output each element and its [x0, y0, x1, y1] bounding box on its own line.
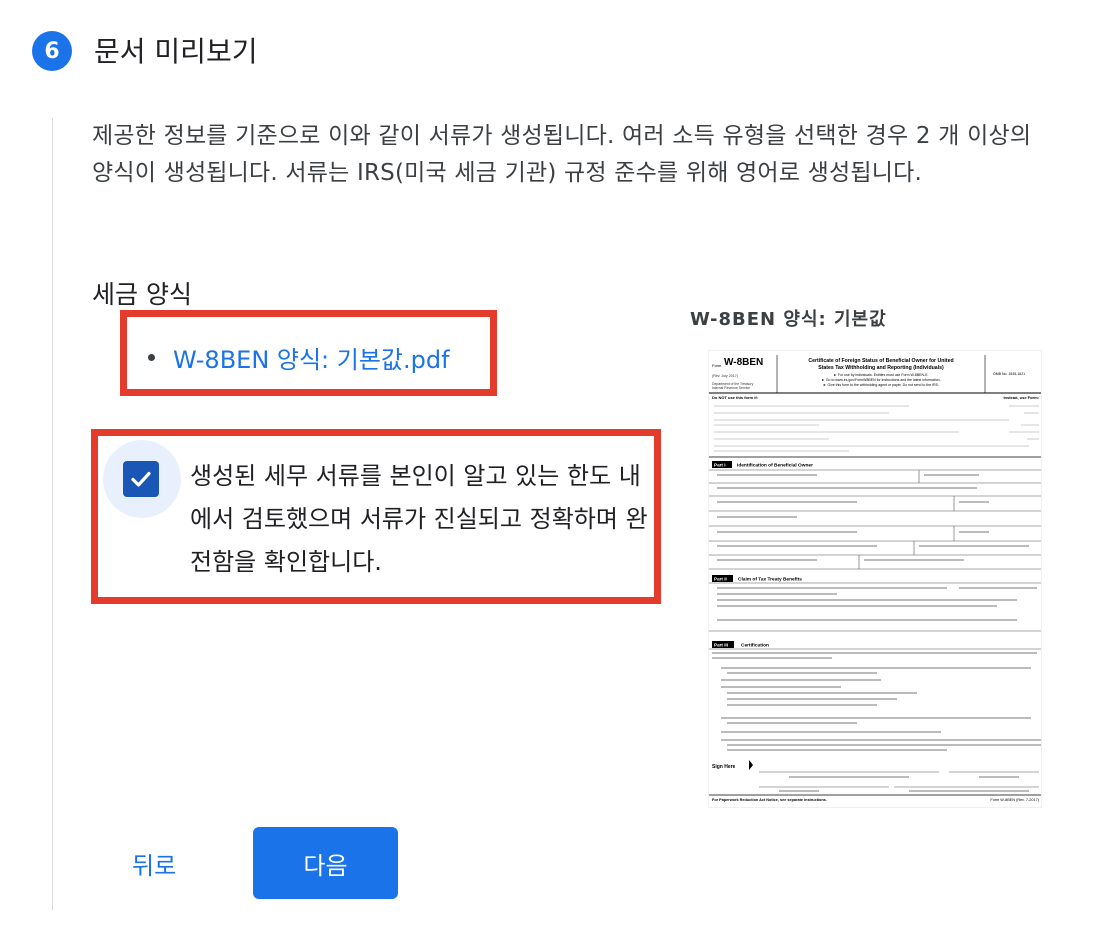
part-2-title: Claim of Tax Treaty Benefits	[738, 577, 802, 583]
bullet-icon	[148, 354, 155, 361]
form-title-1: Certificate of Foreign Status of Benefic…	[808, 358, 953, 364]
preview-caption: W-8BEN 양식: 기본값	[690, 309, 887, 330]
part-3-title: Certification	[741, 643, 769, 649]
form-do-not-use: Do NOT use this form if:	[712, 395, 758, 400]
form-instead: Instead, use Form:	[1003, 395, 1039, 400]
form-title-2: States Tax Withholding and Reporting (In…	[818, 365, 944, 371]
part-1-title: Identification of Beneficial Owner	[737, 463, 813, 469]
description-text: 제공한 정보를 기준으로 이와 같이 서류가 생성됩니다. 여러 소득 유형을 …	[92, 123, 1032, 186]
sign-here-label: Sign Here	[712, 764, 736, 770]
form-omb: OMB No. 1545-1621	[993, 372, 1025, 376]
pdf-link[interactable]: W-8BEN 양식: 기본값.pdf	[173, 340, 450, 375]
pdf-link-item[interactable]: W-8BEN 양식: 기본값.pdf	[148, 340, 450, 375]
form-bullet-1: ► For use by individuals. Entities must …	[833, 373, 928, 377]
form-bullet-2: ► Go to www.irs.gov/FormW8BEN for instru…	[821, 378, 940, 382]
next-button[interactable]: 다음	[253, 827, 398, 899]
step-number-badge: 6	[32, 31, 72, 71]
form-footer-right: Form W-8BEN (Rev. 7-2017)	[990, 798, 1039, 802]
form-id: W-8BEN	[724, 357, 763, 368]
tax-forms-label: 세금 양식	[92, 280, 192, 309]
part-2-label: Part II	[714, 577, 727, 582]
step-title: 문서 미리보기	[94, 35, 258, 68]
step-connector-line	[52, 118, 53, 910]
confirm-checkbox[interactable]	[123, 461, 159, 497]
form-irs: Internal Revenue Service	[712, 386, 750, 390]
part-3-label: Part III	[714, 643, 728, 648]
form-bullet-3: ► Give this form to the withholding agen…	[823, 383, 939, 387]
form-footer-left: For Paperwork Reduction Act Notice, see …	[712, 798, 827, 802]
form-preview-image: Form W-8BEN (Rev. July 2017) Department …	[708, 350, 1042, 808]
back-button[interactable]: 뒤로	[132, 846, 176, 881]
check-icon	[131, 471, 151, 487]
w8ben-form-thumbnail: Form W-8BEN (Rev. July 2017) Department …	[709, 355, 1041, 802]
form-rev: (Rev. July 2017)	[712, 374, 738, 378]
form-prefix: Form	[712, 363, 722, 368]
part-1-label: Part I	[714, 463, 726, 468]
confirmation-text: 생성된 세무 서류를 본인이 알고 있는 한도 내에서 검토했으며 서류가 진실…	[190, 462, 648, 576]
